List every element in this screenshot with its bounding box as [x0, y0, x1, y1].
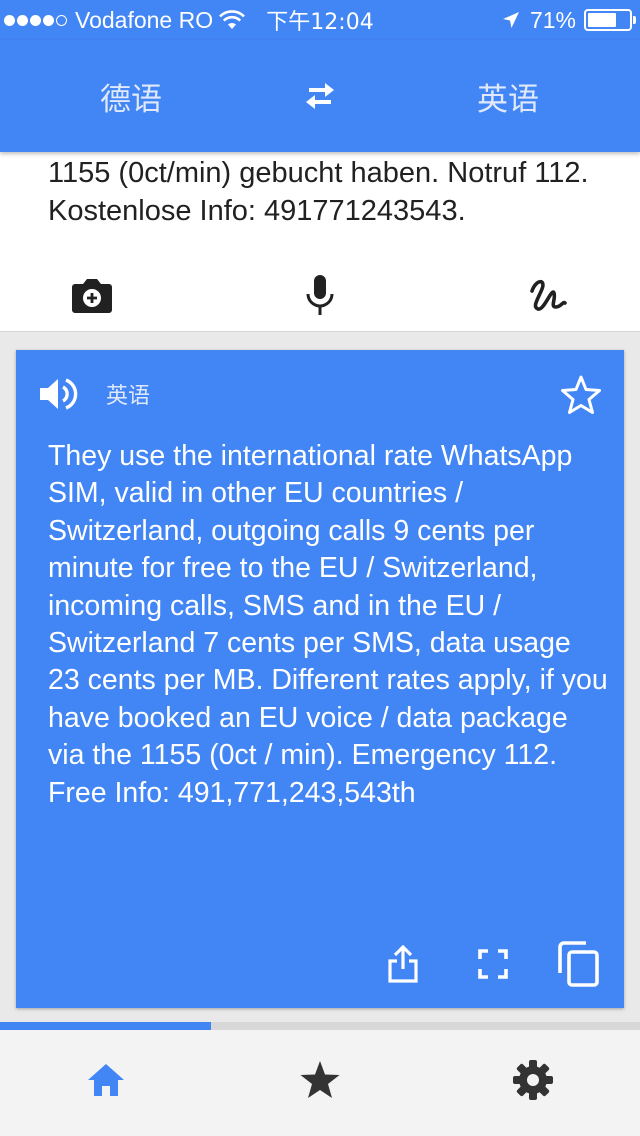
carrier-name: Vodafone RO [75, 6, 214, 33]
source-language-button[interactable]: 德语 [16, 40, 246, 152]
result-language-label: 英语 [106, 384, 151, 409]
translation-text: They use the international rate WhatsApp… [48, 440, 608, 809]
speak-button[interactable] [38, 374, 78, 414]
share-button[interactable] [376, 934, 430, 994]
bottom-nav [0, 1030, 640, 1136]
status-time: 下午12:04 [266, 10, 374, 35]
star-outline-icon [561, 375, 601, 414]
fullscreen-icon [478, 949, 508, 979]
result-actions [16, 934, 624, 994]
progress-bar [0, 1022, 640, 1030]
nav-phrasebook-button[interactable] [280, 1030, 360, 1130]
battery-percent: 71% [529, 6, 576, 33]
wifi-icon [219, 10, 246, 29]
status-left: Vodafone RO [0, 0, 246, 40]
translation-card: 英语 They use the international rate Whats… [16, 350, 624, 1008]
handwriting-button[interactable] [518, 264, 578, 326]
source-text-input[interactable]: 1155 (0ct/min) gebucht haben. Notruf 112… [48, 154, 618, 230]
target-language-button[interactable]: 英语 [393, 40, 623, 152]
copy-icon [558, 941, 599, 987]
input-card: 1155 (0ct/min) gebucht haben. Notruf 112… [0, 152, 640, 332]
camera-button[interactable] [62, 264, 122, 326]
microphone-icon [306, 275, 334, 315]
nav-settings-button[interactable] [493, 1030, 573, 1130]
signal-strength-icon [4, 14, 69, 26]
handwriting-icon [530, 279, 567, 311]
share-icon [388, 945, 418, 983]
battery-icon [584, 9, 636, 31]
favorite-button[interactable] [560, 374, 602, 416]
copy-button[interactable] [552, 934, 606, 994]
status-right: 71% [502, 0, 636, 40]
swap-arrows-icon [306, 83, 334, 109]
language-header: 德语 英语 [0, 40, 640, 152]
star-icon [300, 1061, 340, 1098]
nav-home-button[interactable] [66, 1030, 146, 1130]
microphone-button[interactable] [290, 264, 350, 326]
status-bar: Vodafone RO 下午12:04 71% [0, 0, 640, 40]
swap-languages-button[interactable] [296, 76, 344, 116]
home-icon [88, 1064, 124, 1096]
input-tools [0, 264, 640, 326]
battery-fill [588, 13, 617, 27]
location-arrow-icon [502, 12, 519, 28]
progress-fill [0, 1022, 212, 1030]
settings-icon [513, 1060, 553, 1100]
speaker-icon [40, 378, 78, 410]
fullscreen-button[interactable] [466, 934, 520, 994]
camera-icon [72, 279, 112, 313]
